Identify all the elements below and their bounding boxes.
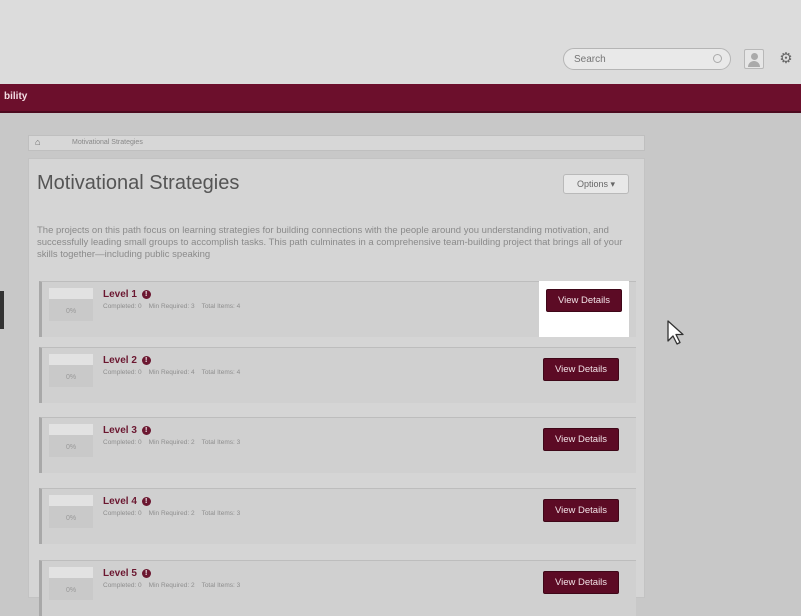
- path-panel: Motivational Strategies Options ▾ The pr…: [28, 158, 645, 616]
- view-details-button[interactable]: View Details: [543, 358, 619, 381]
- view-details-button[interactable]: View Details: [543, 428, 619, 451]
- search-icon[interactable]: [713, 54, 722, 63]
- level-stats: Completed: 0 Min Required: 4 Total Items: …: [103, 369, 241, 376]
- path-description: The projects on this path focus on learn…: [37, 225, 623, 260]
- gear-icon[interactable]: ⚙: [776, 49, 796, 69]
- level-stats: Completed: 0 Min Required: 3 Total Items: …: [103, 303, 241, 310]
- level-stats: Completed: 0 Min Required: 2 Total Items: …: [103, 510, 241, 517]
- options-button[interactable]: Options ▾: [563, 174, 629, 194]
- breadcrumb: ⌂ Motivational Strategies: [28, 135, 645, 151]
- level-row-5: 0% Level 5 ! Completed: 0 Min Required: 2…: [39, 560, 636, 616]
- level-name: Level 4 !: [103, 496, 151, 507]
- level-name: Level 1 !: [103, 289, 151, 300]
- level-row-3: 0% Level 3 ! Completed: 0 Min Required: 2…: [39, 417, 636, 473]
- level-name: Level 2 !: [103, 355, 151, 366]
- view-details-button[interactable]: View Details: [546, 289, 622, 312]
- breadcrumb-current: Motivational Strategies: [72, 139, 143, 146]
- level-name: Level 3 !: [103, 425, 151, 436]
- side-edge-marker: [0, 291, 4, 329]
- info-icon[interactable]: !: [141, 356, 151, 365]
- level-row-4: 0% Level 4 ! Completed: 0 Min Required: 2…: [39, 488, 636, 544]
- level-stats: Completed: 0 Min Required: 2 Total Items: …: [103, 439, 241, 446]
- home-icon[interactable]: ⌂: [35, 137, 40, 147]
- search-input[interactable]: [574, 51, 684, 67]
- level-progress: 0%: [49, 567, 93, 600]
- info-icon[interactable]: !: [141, 497, 151, 506]
- level-1-highlight: View Details: [539, 281, 629, 337]
- info-icon[interactable]: !: [141, 426, 151, 435]
- view-details-button[interactable]: View Details: [543, 571, 619, 594]
- info-icon[interactable]: !: [141, 290, 151, 299]
- level-name: Level 5 !: [103, 568, 151, 579]
- top-header: ⚙: [0, 0, 801, 84]
- info-icon[interactable]: !: [141, 569, 151, 578]
- level-progress: 0%: [49, 424, 93, 457]
- search-box[interactable]: [563, 48, 731, 70]
- nav-label[interactable]: bility: [4, 91, 27, 102]
- mouse-cursor-icon: [667, 320, 684, 345]
- level-progress: 0%: [49, 495, 93, 528]
- level-stats: Completed: 0 Min Required: 2 Total Items: …: [103, 582, 241, 589]
- level-progress: 0%: [49, 288, 93, 321]
- level-progress: 0%: [49, 354, 93, 387]
- main-nav-bar: bility: [0, 84, 801, 113]
- view-details-button[interactable]: View Details: [543, 499, 619, 522]
- level-row-2: 0% Level 2 ! Completed: 0 Min Required: 4…: [39, 347, 636, 403]
- page-title: Motivational Strategies: [37, 172, 240, 194]
- user-icon[interactable]: [744, 49, 764, 69]
